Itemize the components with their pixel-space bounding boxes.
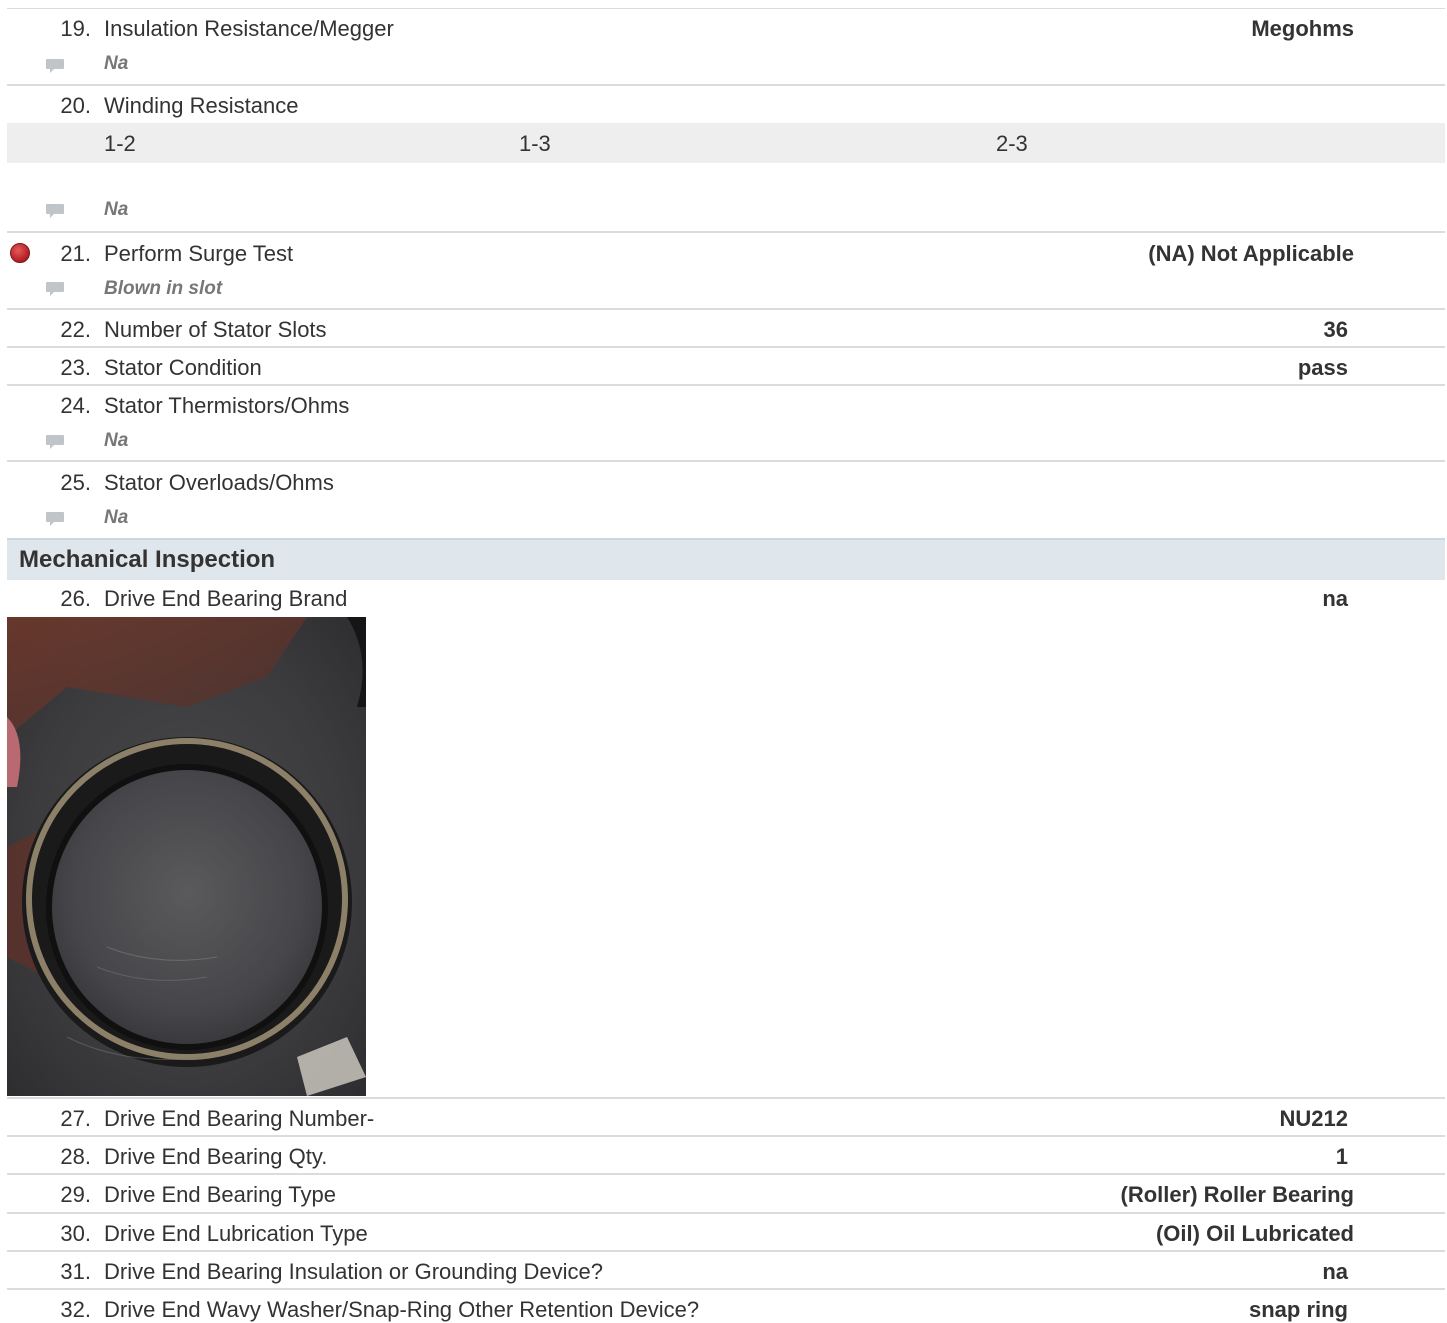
comment-icon <box>46 435 64 449</box>
item-label: Drive End Lubrication Type <box>104 1221 368 1246</box>
item-number: 28. <box>60 1144 91 1169</box>
item-24-row: 24. Stator Thermistors/Ohms Na <box>7 384 1445 461</box>
section-title: Mechanical Inspection <box>19 546 276 573</box>
bearing-photo[interactable] <box>7 617 366 1096</box>
item-number: 20. <box>60 93 91 118</box>
item-number: 24. <box>60 393 91 418</box>
item-label: Drive End Bearing Brand <box>104 586 348 611</box>
item-label: Number of Stator Slots <box>104 317 327 342</box>
column-2-3: 2-3 <box>996 131 1028 156</box>
item-25-row: 25. Stator Overloads/Ohms Na <box>7 460 1445 538</box>
item-value: 36 <box>1323 317 1348 342</box>
item-label: Drive End Bearing Type <box>104 1182 336 1207</box>
item-label: Drive End Bearing Number- <box>104 1106 375 1131</box>
item-32-row: 32. Drive End Wavy Washer/Snap-Ring Othe… <box>7 1288 1445 1323</box>
item-19-row: 19. Insulation Resistance/Megger Megohms… <box>7 8 1445 85</box>
winding-resistance-columns: 1-2 1-3 2-3 <box>7 123 1445 163</box>
item-number: 22. <box>60 317 91 342</box>
bearing-photo-image <box>7 617 366 1096</box>
item-label: Perform Surge Test <box>104 241 294 266</box>
item-label: Winding Resistance <box>104 93 299 118</box>
item-number: 32. <box>60 1297 91 1322</box>
item-note: Na <box>104 507 129 528</box>
item-23-row: 23. Stator Condition pass <box>7 346 1445 385</box>
item-28-row: 28. Drive End Bearing Qty. 1 <box>7 1135 1445 1174</box>
column-1-2: 1-2 <box>104 131 136 156</box>
item-label: Stator Overloads/Ohms <box>104 470 334 495</box>
item-label: Drive End Wavy Washer/Snap-Ring Other Re… <box>104 1297 700 1322</box>
item-number: 23. <box>60 355 91 380</box>
item-label: Insulation Resistance/Megger <box>104 16 394 41</box>
item-29-row: 29. Drive End Bearing Type (Roller) Roll… <box>7 1173 1445 1212</box>
item-value: NU212 <box>1279 1106 1348 1131</box>
item-number: 30. <box>60 1221 91 1246</box>
item-value: (NA) Not Applicable <box>1148 241 1354 266</box>
item-31-row: 31. Drive End Bearing Insulation or Grou… <box>7 1250 1445 1289</box>
item-value: snap ring <box>1248 1297 1348 1322</box>
item-value: pass <box>1297 355 1348 380</box>
item-label: Stator Condition <box>104 355 262 380</box>
item-number: 21. <box>60 241 91 266</box>
item-number: 31. <box>60 1259 91 1284</box>
item-value: na <box>1322 586 1348 611</box>
item-label: Drive End Bearing Qty. <box>104 1144 328 1169</box>
item-value: na <box>1322 1259 1348 1284</box>
column-1-3: 1-3 <box>519 131 551 156</box>
item-22-row: 22. Number of Stator Slots 36 <box>7 308 1445 347</box>
item-30-row: 30. Drive End Lubrication Type (Oil) Oil… <box>7 1212 1445 1251</box>
item-label: Drive End Bearing Insulation or Groundin… <box>104 1259 603 1284</box>
item-value: Megohms <box>1251 16 1354 41</box>
item-value: 1 <box>1335 1144 1348 1169</box>
item-26-row: 26. Drive End Bearing Brand na <box>7 580 1445 617</box>
comment-icon <box>46 59 64 73</box>
item-number: 29. <box>60 1182 91 1207</box>
item-label: Stator Thermistors/Ohms <box>104 393 350 418</box>
section-header-mechanical: Mechanical Inspection <box>7 538 1445 580</box>
item-27-row: 27. Drive End Bearing Number- NU212 <box>7 1097 1445 1136</box>
item-number: 26. <box>60 586 91 611</box>
item-number: 25. <box>60 470 91 495</box>
item-number: 19. <box>60 16 91 41</box>
item-note: Na <box>104 53 129 74</box>
item-21-row: 21. Perform Surge Test (NA) Not Applicab… <box>7 231 1445 309</box>
item-note: Na <box>104 199 129 220</box>
comment-icon <box>46 512 64 526</box>
item-note: Na <box>104 430 129 451</box>
item-note: Blown in slot <box>104 278 223 299</box>
comment-icon <box>46 204 64 218</box>
item-number: 27. <box>60 1106 91 1131</box>
item-value: (Oil) Oil Lubricated <box>1155 1221 1354 1246</box>
item-value: (Roller) Roller Bearing <box>1120 1182 1354 1207</box>
comment-icon <box>46 282 64 296</box>
